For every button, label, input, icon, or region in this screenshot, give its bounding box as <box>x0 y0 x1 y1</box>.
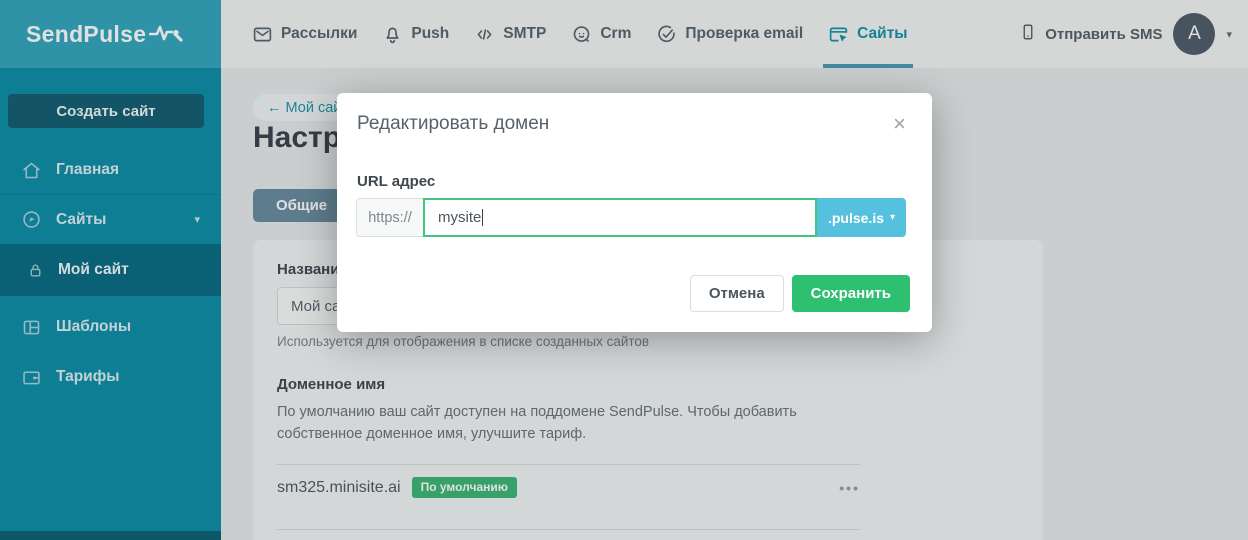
url-input[interactable]: mysite <box>423 198 817 237</box>
chevron-down-icon: ▾ <box>890 212 896 223</box>
url-label: URL адрес <box>357 173 436 190</box>
modal-title: Редактировать домен <box>357 113 550 134</box>
close-icon[interactable]: × <box>893 113 906 135</box>
app-window: SendPulse Создать сайт Главная Сайты ▾ М… <box>0 0 1248 540</box>
url-value: mysite <box>438 209 482 226</box>
cancel-button[interactable]: Отмена <box>689 275 784 312</box>
save-button[interactable]: Сохранить <box>791 275 910 312</box>
edit-domain-modal: Редактировать домен × URL адрес https://… <box>337 93 932 332</box>
modal-actions: Отмена Сохранить <box>689 275 910 312</box>
url-input-group: https:// mysite .pulse.is ▾ <box>356 198 906 237</box>
text-cursor <box>482 209 484 226</box>
domain-suffix-dropdown[interactable]: .pulse.is ▾ <box>817 198 906 237</box>
url-prefix: https:// <box>356 198 424 237</box>
suffix-label: .pulse.is <box>827 209 884 226</box>
modal-header: Редактировать домен × <box>337 93 932 135</box>
